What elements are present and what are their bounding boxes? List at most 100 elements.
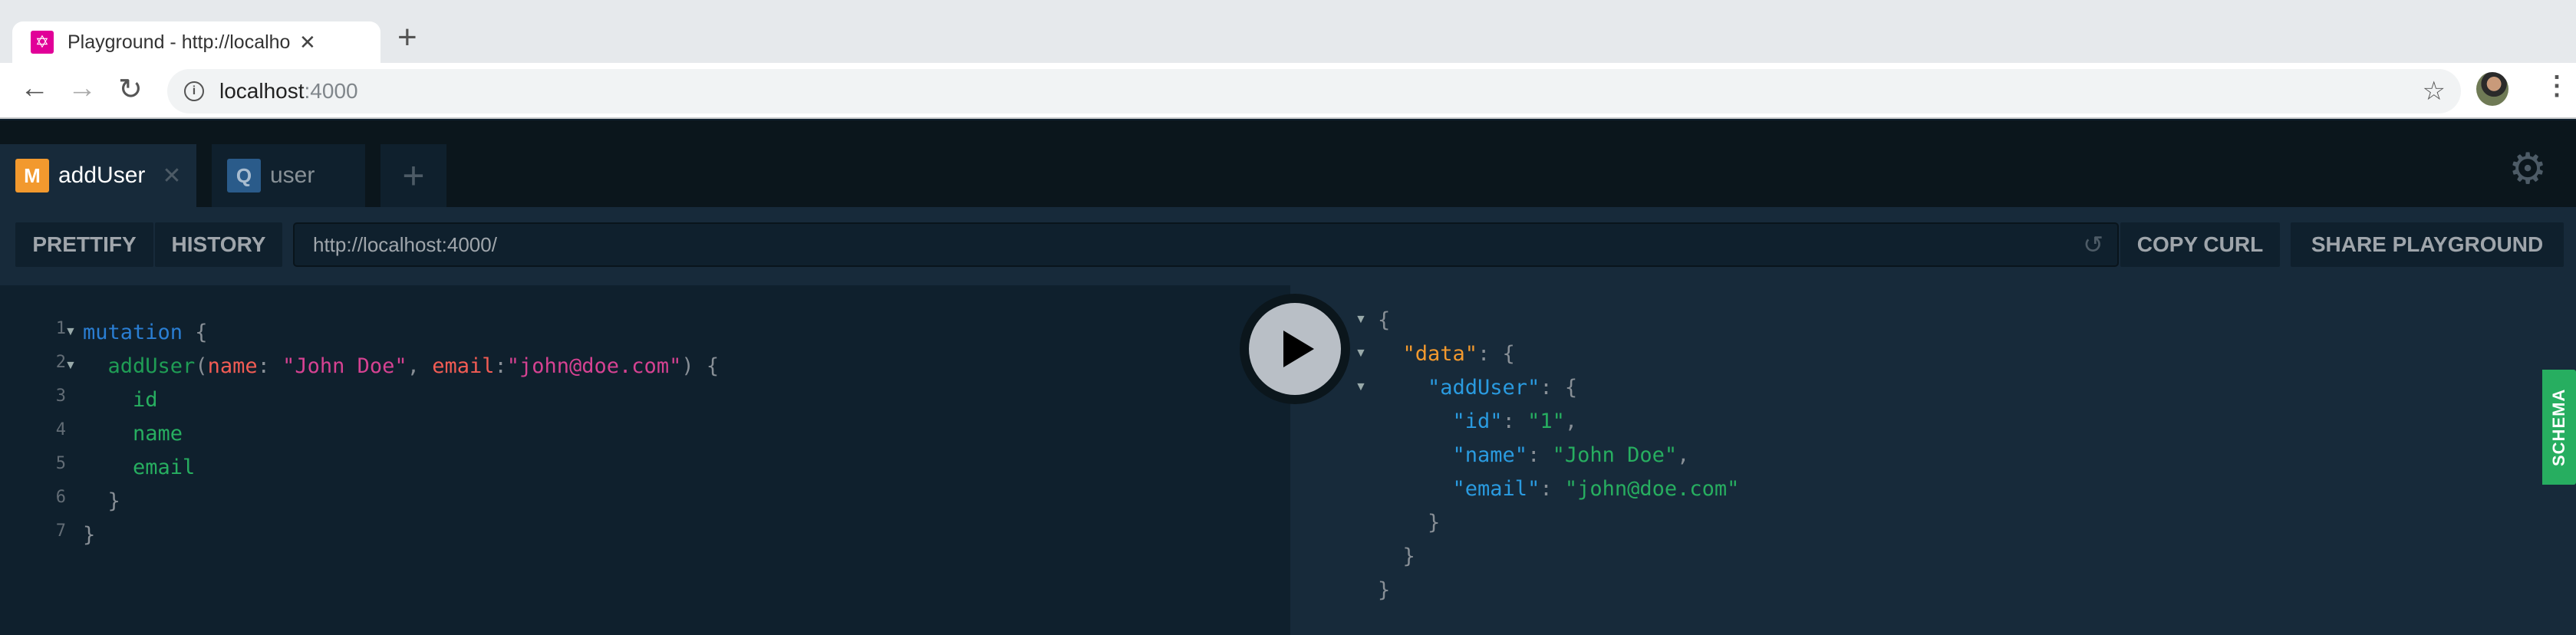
code-token: "data" [1378, 342, 1478, 366]
code-line: { [1378, 304, 1390, 337]
fold-arrow-icon[interactable]: ▼ [1355, 380, 1367, 394]
code-token: "id" [1378, 410, 1503, 433]
add-tab-button[interactable]: + [380, 144, 446, 207]
line-number: 6 [55, 488, 66, 507]
url-text: localhost:4000 [219, 79, 358, 104]
schema-tab[interactable]: SCHEMA [2542, 370, 2576, 485]
code-token: : { [1540, 376, 1578, 400]
url-port: :4000 [304, 79, 358, 103]
line-number: 1 [55, 319, 66, 338]
code-token: , [407, 354, 433, 378]
gear-icon[interactable]: ⚙ [2508, 143, 2547, 194]
more-menu-icon[interactable]: ⋮ [2544, 71, 2570, 101]
code-token: email [83, 456, 196, 479]
reset-endpoint-icon[interactable]: ↺ [2083, 230, 2103, 259]
code-line: id [83, 383, 158, 417]
code-token: "name" [1378, 443, 1528, 467]
result-viewer: {▼ "data": {▼ "addUser": {▼ "id": "1", "… [1290, 285, 2576, 635]
graphql-logo-icon: ✡ [31, 31, 54, 54]
endpoint-input[interactable]: http://localhost:4000/ ↺ [293, 222, 2119, 267]
reload-icon[interactable]: ↻ [118, 72, 143, 107]
forward-icon[interactable]: → [68, 72, 97, 105]
code-token: } [1378, 578, 1391, 602]
code-token: { [1378, 308, 1391, 332]
code-line: name [83, 417, 183, 451]
play-button-face [1249, 303, 1341, 395]
execute-query-button[interactable] [1240, 294, 1350, 404]
code-token: } [83, 489, 120, 513]
playground-toolbar: PRETTIFY HISTORY http://localhost:4000/ … [0, 207, 2576, 285]
code-token: "email" [1378, 477, 1540, 501]
code-token: "john@doe.com" [1564, 477, 1740, 501]
code-token: : { [1477, 342, 1515, 366]
code-line: "email": "john@doe.com" [1378, 472, 1740, 506]
fold-arrow-icon[interactable]: ▼ [64, 359, 77, 373]
code-line: addUser(name: "John Doe", email:"john@do… [83, 350, 720, 383]
code-token: "addUser" [1378, 376, 1540, 400]
play-icon [1283, 331, 1314, 367]
code-token: name [207, 354, 258, 378]
code-token: : [257, 354, 283, 378]
code-line: } [1378, 540, 1415, 574]
code-token: name [83, 422, 183, 446]
code-token: "John Doe" [1552, 443, 1678, 467]
browser-toolbar: ← → ↻ i localhost:4000 ☆ ⋮ [0, 63, 2576, 119]
code-line: mutation { [83, 316, 208, 350]
back-icon[interactable]: ← [20, 72, 49, 105]
fold-arrow-icon[interactable]: ▼ [1355, 313, 1367, 327]
code-token: : [1540, 477, 1565, 501]
prettify-button[interactable]: PRETTIFY [15, 222, 153, 267]
code-line: "name": "John Doe", [1378, 439, 1690, 472]
browser-tab-strip: ✡ Playground - http://localhost:4000 ✕ + [0, 0, 2576, 63]
query-editor[interactable]: mutation {1 ▼ addUser(name: "John Doe", e… [0, 285, 1290, 635]
tab-label: addUser [58, 163, 146, 188]
browser-tab-title: Playground - http://localhost:4000 [68, 31, 290, 53]
code-token: , [1564, 410, 1578, 433]
history-button[interactable]: HISTORY [155, 222, 282, 267]
code-token: id [83, 388, 158, 412]
code-token: email [432, 354, 495, 378]
bookmark-star-icon[interactable]: ☆ [2423, 76, 2446, 107]
line-number: 7 [55, 521, 66, 541]
query-badge: Q [227, 159, 261, 192]
code-line: } [1378, 574, 1390, 607]
close-tab-icon[interactable]: ✕ [299, 31, 316, 54]
mutation-badge: M [15, 159, 49, 192]
address-bar[interactable]: i localhost:4000 ☆ [167, 69, 2461, 114]
code-token: , [1677, 443, 1690, 467]
avatar[interactable] [2476, 72, 2508, 106]
url-host: localhost [219, 79, 305, 103]
code-line: } [83, 518, 95, 552]
code-token: addUser [83, 354, 196, 378]
tab-adduser[interactable]: M addUser ✕ [0, 144, 196, 207]
code-token: } [1378, 545, 1415, 568]
info-icon[interactable]: i [184, 81, 204, 101]
code-line: "addUser": { [1378, 371, 1577, 405]
code-line: } [83, 485, 120, 518]
share-playground-button[interactable]: SHARE PLAYGROUND [2291, 222, 2564, 267]
code-line: } [1378, 506, 1440, 540]
code-token: ) { [681, 354, 720, 378]
code-token: mutation [83, 321, 183, 344]
code-token: "1" [1527, 410, 1565, 433]
fold-arrow-icon[interactable]: ▼ [1355, 347, 1367, 360]
code-token: "John Doe" [282, 354, 407, 378]
code-line: "id": "1", [1378, 405, 1578, 439]
code-token: } [1378, 511, 1441, 535]
playground-tab-bar: M addUser ✕ Q user + ⚙ [0, 120, 2576, 207]
copy-curl-button[interactable]: COPY CURL [2120, 222, 2280, 267]
line-number: 5 [55, 454, 66, 473]
code-token: } [83, 523, 96, 547]
code-token: : [1527, 443, 1553, 467]
fold-arrow-icon[interactable]: ▼ [64, 325, 77, 339]
close-icon[interactable]: ✕ [162, 163, 181, 189]
new-tab-button[interactable]: + [397, 18, 417, 57]
tab-user[interactable]: Q user [212, 144, 365, 207]
code-token: ( [195, 354, 208, 378]
browser-tab[interactable]: ✡ Playground - http://localhost:4000 ✕ [12, 21, 380, 63]
code-token: { [183, 321, 208, 344]
tab-label: user [270, 163, 315, 188]
endpoint-value: http://localhost:4000/ [313, 232, 497, 256]
line-number: 4 [55, 420, 66, 439]
line-number: 3 [55, 387, 66, 406]
